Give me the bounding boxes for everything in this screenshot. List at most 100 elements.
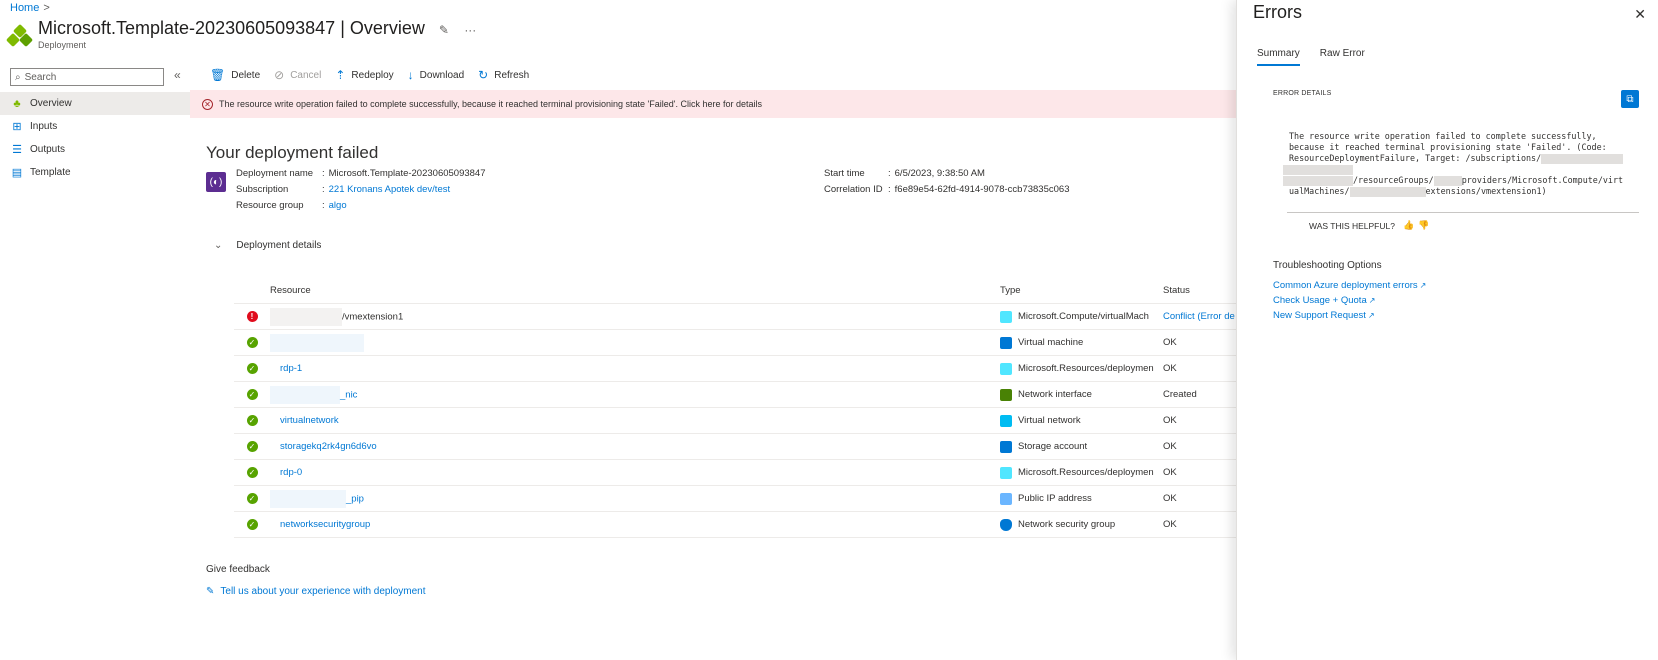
resource-link[interactable]: _nic [340, 389, 357, 400]
feedback-link[interactable]: ✎ Tell us about your experience with dep… [206, 586, 426, 597]
pin-icon[interactable]: ✎ [439, 23, 449, 37]
cancel-icon: ⊘ [274, 68, 285, 82]
redacted-text [1349, 186, 1426, 197]
close-icon[interactable]: ✕ [1634, 6, 1646, 23]
sidebar-item-inputs[interactable]: ⊞ Inputs [0, 115, 190, 138]
resource-link[interactable]: _pip [346, 493, 364, 504]
error-details-heading: ERROR DETAILS [1273, 90, 1332, 97]
breadcrumb-separator-icon: > [43, 2, 50, 14]
external-link-icon: ↗ [1368, 296, 1376, 305]
copy-icon[interactable]: ⧉ [1621, 90, 1639, 108]
resource-link[interactable]: rdp-1 [280, 363, 302, 374]
status-text: OK [1163, 363, 1177, 374]
table-row: ✓ Virtual machine OK [234, 330, 1240, 356]
error-banner[interactable]: ✕ The resource write operation failed to… [190, 90, 1240, 118]
trash-icon: 🗑 [210, 68, 226, 82]
refresh-icon: ↻ [478, 68, 489, 82]
status-error-link[interactable]: Conflict (Error de [1163, 311, 1235, 322]
success-icon: ✓ [246, 467, 258, 478]
success-icon: ✓ [246, 441, 258, 452]
deployment-details-toggle[interactable]: ⌄ Deployment details [214, 240, 321, 251]
deployment-name-field: Deployment name: Microsoft.Template-20230… [236, 168, 486, 179]
resource-group-field: Resource group: algo [236, 200, 347, 211]
command-bar: 🗑 Delete ⊘ Cancel ⇡ Redeploy ↓ Download ↻ Ref… [210, 68, 543, 82]
start-time-field: Start time:6/5/2023, 9:38:50 AM [824, 168, 985, 179]
thumbs-up-icon[interactable]: 👍 [1403, 220, 1414, 231]
support-request-link[interactable]: New Support Request ↗ [1273, 310, 1375, 321]
success-icon: ✓ [246, 389, 258, 400]
status-text: OK [1163, 519, 1177, 530]
download-button[interactable]: ↓ Download [408, 68, 464, 82]
status-text: OK [1163, 493, 1177, 504]
resource-link[interactable]: rdp-0 [280, 467, 302, 478]
tab-summary[interactable]: Summary [1257, 48, 1300, 66]
deployment-resource-icon [1000, 362, 1012, 375]
redacted-text [270, 307, 342, 326]
table-row: ! /vmextension1 Microsoft.Compute/virtua… [234, 304, 1240, 330]
outputs-icon: ☰ [12, 144, 22, 156]
errors-tabs: Summary Raw Error [1257, 48, 1385, 66]
table-header: Resource Type Status [234, 278, 1240, 304]
redacted-text [1283, 164, 1353, 175]
storage-account-icon [1000, 440, 1012, 453]
subscription-field: Subscription:221 Kronans Apotek dev/test [236, 184, 451, 195]
deployment-resource-icon [1000, 466, 1012, 479]
tab-raw-error[interactable]: Raw Error [1320, 48, 1365, 66]
status-text: OK [1163, 441, 1177, 452]
subscription-link[interactable]: 221 Kronans Apotek dev/test [329, 184, 450, 195]
virtual-machine-icon [1000, 336, 1012, 349]
table-row: ✓ _nic Network interface Created [234, 382, 1240, 408]
column-type[interactable]: Type [1000, 285, 1163, 296]
inputs-icon: ⊞ [12, 121, 22, 133]
deployment-icon: ♣ [13, 97, 21, 110]
deployment-badge-icon: (◐) [206, 172, 226, 192]
breadcrumb-home[interactable]: Home [10, 2, 39, 14]
sidebar-item-template[interactable]: ▤ Template [0, 161, 190, 184]
feedback-title: Give feedback [206, 564, 270, 575]
thumbs-down-icon[interactable]: 👎 [1418, 220, 1429, 231]
status-text: Created [1163, 389, 1197, 400]
page-header: Microsoft.Template-20230605093847 | Over… [5, 18, 488, 50]
virtual-network-icon [1000, 414, 1012, 427]
resources-table: Resource Type Status ! /vmextension1 Mic… [234, 278, 1240, 538]
sidebar-item-label: Overview [30, 98, 72, 109]
success-icon: ✓ [246, 363, 258, 374]
search-input[interactable]: ⌕ Search [10, 68, 164, 86]
success-icon: ✓ [246, 415, 258, 426]
common-errors-link[interactable]: Common Azure deployment errors ↗ [1273, 280, 1426, 291]
redacted-text [1433, 175, 1462, 186]
chevron-down-icon: ⌄ [214, 240, 223, 251]
sidebar-item-outputs[interactable]: ☰ Outputs [0, 138, 190, 161]
vm-extension-icon [1000, 310, 1012, 323]
sidebar-item-overview[interactable]: ♣ Overview [0, 92, 190, 115]
table-row: ✓ _pip Public IP address OK [234, 486, 1240, 512]
resource-link[interactable]: storagekq2rk4gn6d6vo [280, 441, 377, 452]
resource-link[interactable]: virtualnetwork [280, 415, 339, 426]
breadcrumb: Home > [10, 2, 50, 14]
success-icon: ✓ [246, 493, 258, 504]
refresh-button[interactable]: ↻ Refresh [478, 68, 529, 82]
divider [1287, 212, 1639, 213]
delete-button[interactable]: 🗑 Delete [210, 68, 260, 82]
deployment-icon [5, 23, 34, 50]
search-placeholder: Search [24, 71, 57, 83]
column-status[interactable]: Status [1163, 285, 1240, 296]
redacted-text [1541, 153, 1624, 164]
resource-group-link[interactable]: algo [329, 200, 347, 211]
error-icon: ! [246, 311, 258, 322]
resource-name: /vmextension1 [342, 311, 404, 323]
public-ip-icon [1000, 492, 1012, 505]
resource-link-redacted[interactable] [270, 333, 364, 352]
error-circle-icon: ✕ [202, 98, 213, 110]
page-title: Microsoft.Template-20230605093847 | Over… [38, 18, 425, 38]
column-resource[interactable]: Resource [270, 285, 1000, 296]
more-icon[interactable]: ··· [464, 23, 476, 37]
redeploy-button[interactable]: ⇡ Redeploy [335, 68, 393, 82]
table-row: ✓ storagekq2rk4gn6d6vo Storage account O… [234, 434, 1240, 460]
resource-link[interactable]: networksecuritygroup [280, 519, 370, 530]
usage-quota-link[interactable]: Check Usage + Quota ↗ [1273, 295, 1375, 306]
troubleshooting-heading: Troubleshooting Options [1273, 260, 1382, 271]
external-link-icon: ↗ [1367, 311, 1375, 320]
collapse-sidebar-icon[interactable]: « [174, 68, 181, 82]
cancel-button[interactable]: ⊘ Cancel [274, 68, 321, 82]
